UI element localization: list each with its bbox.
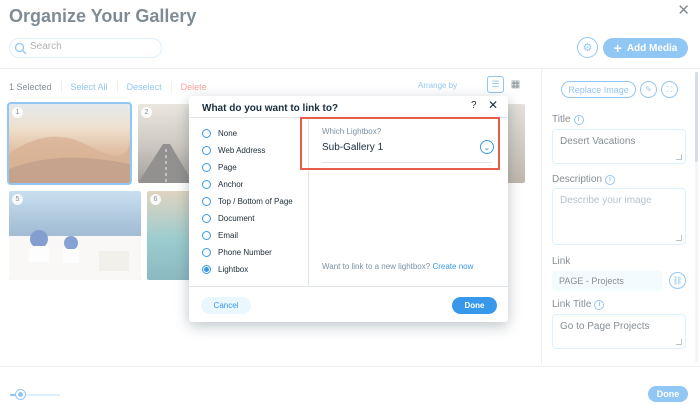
dialog-done-button[interactable]: Done: [452, 297, 497, 314]
link-option-email[interactable]: Email: [202, 231, 238, 240]
close-icon[interactable]: ✕: [488, 98, 498, 112]
option-label: None: [218, 129, 238, 138]
option-label: Phone Number: [218, 248, 272, 257]
cancel-button[interactable]: Cancel: [201, 297, 251, 314]
option-label: Anchor: [218, 180, 244, 189]
radio-button[interactable]: [202, 180, 211, 189]
link-option-top-bottom[interactable]: Top / Bottom of Page: [202, 197, 293, 206]
option-label: Lightbox: [218, 265, 249, 274]
dialog-title: What do you want to link to?: [202, 103, 339, 114]
option-label: Page: [218, 163, 237, 172]
link-option-web-address[interactable]: Web Address: [202, 146, 265, 155]
link-option-anchor[interactable]: Anchor: [202, 180, 243, 189]
option-label: Document: [218, 214, 255, 223]
link-option-none[interactable]: None: [202, 129, 237, 138]
link-option-phone-number[interactable]: Phone Number: [202, 248, 272, 257]
link-option-document[interactable]: Document: [202, 214, 254, 223]
radio-button-selected[interactable]: [202, 265, 211, 274]
radio-button[interactable]: [202, 214, 211, 223]
new-lightbox-text: Want to link to a new lightbox?: [322, 262, 431, 271]
radio-button[interactable]: [202, 197, 211, 206]
option-label: Email: [218, 231, 239, 240]
dialog-footer-divider: [189, 286, 508, 287]
link-option-page[interactable]: Page: [202, 163, 237, 172]
help-icon[interactable]: ?: [471, 100, 477, 111]
option-label: Web Address: [218, 146, 266, 155]
radio-button[interactable]: [202, 163, 211, 172]
annotation-highlight-box: [300, 117, 500, 170]
link-option-lightbox[interactable]: Lightbox: [202, 265, 248, 274]
new-lightbox-prompt: Want to link to a new lightbox? Create n…: [322, 262, 473, 271]
link-dialog: What do you want to link to? ? ✕ None We…: [189, 96, 508, 322]
radio-button[interactable]: [202, 248, 211, 257]
create-now-link[interactable]: Create now: [432, 262, 473, 271]
radio-button[interactable]: [202, 129, 211, 138]
option-label: Top / Bottom of Page: [218, 197, 293, 206]
radio-button[interactable]: [202, 231, 211, 240]
radio-button[interactable]: [202, 146, 211, 155]
